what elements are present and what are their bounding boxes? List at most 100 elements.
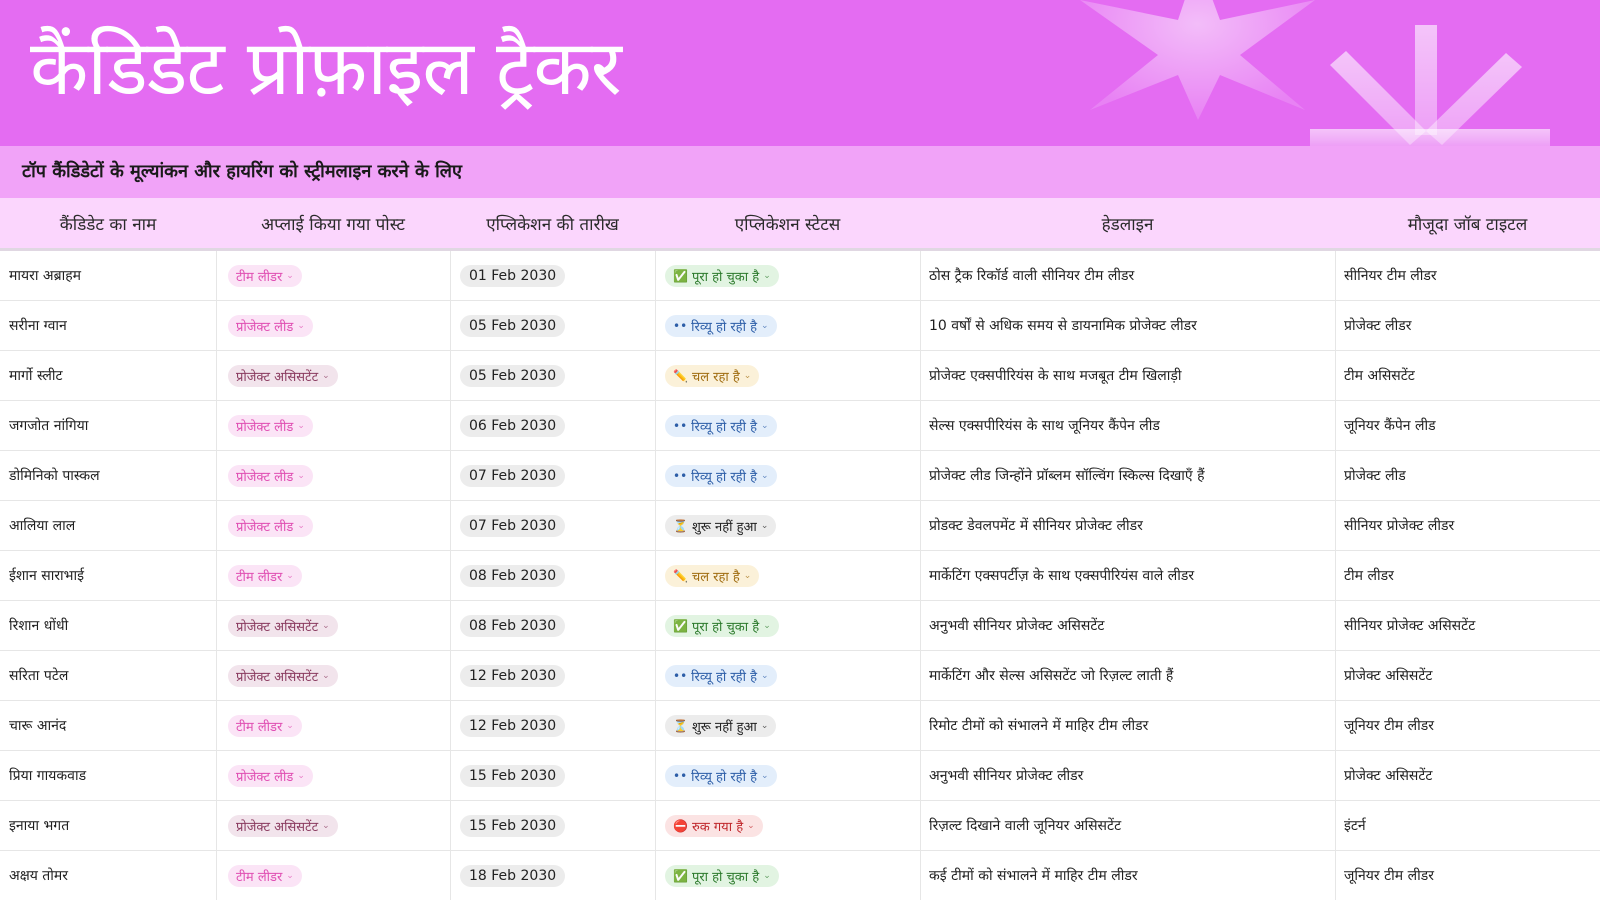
application-date-cell[interactable]: 07 Feb 2030 <box>450 451 655 500</box>
headline-cell[interactable]: सेल्स एक्सपीरियंस के साथ जूनियर कैंपेन ल… <box>920 401 1335 450</box>
col-header-job-title[interactable]: मौजूदा जॉब टाइटल <box>1335 198 1600 248</box>
application-status-select[interactable]: ✅ पूरा हो चुका है ⌄ <box>665 614 779 637</box>
application-date[interactable]: 15 Feb 2030 <box>460 764 566 787</box>
applied-post-cell[interactable]: टीम लीडर ⌄ <box>216 251 450 300</box>
applied-post-cell[interactable]: प्रोजेक्ट लीड ⌄ <box>216 451 450 500</box>
candidate-name-cell[interactable]: जगजोत नांगिया <box>0 401 216 450</box>
application-date-cell[interactable]: 07 Feb 2030 <box>450 501 655 550</box>
application-status-select[interactable]: ⏳ शुरू नहीं हुआ ⌄ <box>665 714 777 737</box>
current-job-title-cell[interactable]: जूनियर टीम लीडर <box>1335 701 1600 750</box>
table-row[interactable]: चारू आनंद टीम लीडर ⌄ 12 Feb 2030 ⏳ शुरू नहीं … <box>0 701 1600 751</box>
application-status-select[interactable]: •• रिव्यू हो रही है ⌄ <box>665 764 777 787</box>
col-header-name[interactable]: कैंडिडेट का नाम <box>0 198 216 248</box>
headline-cell[interactable]: मार्केटिंग और सेल्स असिसटेंट जो रिज़ल्ट … <box>920 651 1335 700</box>
applied-post-select[interactable]: प्रोजेक्ट असिसटेंट ⌄ <box>228 814 338 837</box>
application-date-cell[interactable]: 12 Feb 2030 <box>450 701 655 750</box>
candidate-name-cell[interactable]: सरीना ग्वान <box>0 301 216 350</box>
application-status-cell[interactable]: ✅ पूरा हो चुका है ⌄ <box>655 251 920 300</box>
applied-post-cell[interactable]: प्रोजेक्ट लीड ⌄ <box>216 401 450 450</box>
headline-cell[interactable]: प्रोजेक्ट एक्सपीरियंस के साथ मजबूत टीम ख… <box>920 351 1335 400</box>
current-job-title-cell[interactable]: सीनियर प्रोजेक्ट लीडर <box>1335 501 1600 550</box>
application-status-select[interactable]: ✅ पूरा हो चुका है ⌄ <box>665 864 779 887</box>
applied-post-cell[interactable]: प्रोजेक्ट असिसटेंट ⌄ <box>216 651 450 700</box>
candidate-name-cell[interactable]: ईशान साराभाई <box>0 551 216 600</box>
applied-post-select[interactable]: टीम लीडर ⌄ <box>228 564 302 587</box>
table-row[interactable]: डोमिनिको पास्कल प्रोजेक्ट लीड ⌄ 07 Feb 2030… <box>0 451 1600 501</box>
current-job-title-cell[interactable]: टीम लीडर <box>1335 551 1600 600</box>
headline-cell[interactable]: 10 वर्षों से अधिक समय से डायनामिक प्रोजे… <box>920 301 1335 350</box>
application-date-cell[interactable]: 12 Feb 2030 <box>450 651 655 700</box>
application-status-select[interactable]: ⛔ रुक गया है ⌄ <box>665 814 763 837</box>
table-row[interactable]: मायरा अब्राहम टीम लीडर ⌄ 01 Feb 2030 ✅ पूरा ह… <box>0 251 1600 301</box>
application-date-cell[interactable]: 15 Feb 2030 <box>450 801 655 850</box>
col-header-post[interactable]: अप्लाई किया गया पोस्ट <box>216 198 450 248</box>
application-status-select[interactable]: •• रिव्यू हो रही है ⌄ <box>665 464 777 487</box>
table-row[interactable]: सरीना ग्वान प्रोजेक्ट लीड ⌄ 05 Feb 2030 •• रि… <box>0 301 1600 351</box>
table-row[interactable]: रिशान धोंधी प्रोजेक्ट असिसटेंट ⌄ 08 Feb 203… <box>0 601 1600 651</box>
applied-post-select[interactable]: प्रोजेक्ट लीड ⌄ <box>228 314 313 337</box>
current-job-title-cell[interactable]: सीनियर प्रोजेक्ट असिसटेंट <box>1335 601 1600 650</box>
current-job-title-cell[interactable]: प्रोजेक्ट लीड <box>1335 451 1600 500</box>
candidate-name-cell[interactable]: अक्षय तोमर <box>0 851 216 900</box>
application-status-cell[interactable]: ✏️ चल रहा है ⌄ <box>655 551 920 600</box>
candidate-name-cell[interactable]: मार्गो स्लीट <box>0 351 216 400</box>
headline-cell[interactable]: प्रोजेक्ट लीड जिन्होंने प्रॉब्लम सॉल्विं… <box>920 451 1335 500</box>
application-status-cell[interactable]: •• रिव्यू हो रही है ⌄ <box>655 751 920 800</box>
current-job-title-cell[interactable]: सीनियर टीम लीडर <box>1335 251 1600 300</box>
application-status-cell[interactable]: •• रिव्यू हो रही है ⌄ <box>655 301 920 350</box>
headline-cell[interactable]: ठोस ट्रैक रिकॉर्ड वाली सीनियर टीम लीडर <box>920 251 1335 300</box>
application-date[interactable]: 05 Feb 2030 <box>460 364 566 387</box>
headline-cell[interactable]: रिज़ल्ट दिखाने वाली जूनियर असिसटेंट <box>920 801 1335 850</box>
headline-cell[interactable]: अनुभवी सीनियर प्रोजेक्ट लीडर <box>920 751 1335 800</box>
current-job-title-cell[interactable]: इंटर्न <box>1335 801 1600 850</box>
col-header-status[interactable]: एप्लिकेशन स्टेटस <box>655 198 920 248</box>
applied-post-select[interactable]: टीम लीडर ⌄ <box>228 864 302 887</box>
table-row[interactable]: ईशान साराभाई टीम लीडर ⌄ 08 Feb 2030 ✏️ चल रहा… <box>0 551 1600 601</box>
application-status-cell[interactable]: ⏳ शुरू नहीं हुआ ⌄ <box>655 701 920 750</box>
application-status-select[interactable]: •• रिव्यू हो रही है ⌄ <box>665 414 777 437</box>
applied-post-cell[interactable]: टीम लीडर ⌄ <box>216 851 450 900</box>
application-date[interactable]: 12 Feb 2030 <box>460 714 566 737</box>
application-status-select[interactable]: ✅ पूरा हो चुका है ⌄ <box>665 264 779 287</box>
table-row[interactable]: जगजोत नांगिया प्रोजेक्ट लीड ⌄ 06 Feb 2030 ••… <box>0 401 1600 451</box>
application-date[interactable]: 06 Feb 2030 <box>460 414 566 437</box>
application-status-cell[interactable]: ⏳ शुरू नहीं हुआ ⌄ <box>655 501 920 550</box>
table-row[interactable]: सरिता पटेल प्रोजेक्ट असिसटेंट ⌄ 12 Feb 2030… <box>0 651 1600 701</box>
application-status-select[interactable]: ⏳ शुरू नहीं हुआ ⌄ <box>665 514 777 537</box>
table-row[interactable]: इनाया भगत प्रोजेक्ट असिसटेंट ⌄ 15 Feb 2030 ⛔… <box>0 801 1600 851</box>
application-date-cell[interactable]: 01 Feb 2030 <box>450 251 655 300</box>
applied-post-select[interactable]: प्रोजेक्ट लीड ⌄ <box>228 464 313 487</box>
applied-post-cell[interactable]: प्रोजेक्ट असिसटेंट ⌄ <box>216 351 450 400</box>
table-row[interactable]: अक्षय तोमर टीम लीडर ⌄ 18 Feb 2030 ✅ पूरा हो च… <box>0 851 1600 900</box>
applied-post-select[interactable]: प्रोजेक्ट असिसटेंट ⌄ <box>228 664 338 687</box>
application-status-cell[interactable]: ✅ पूरा हो चुका है ⌄ <box>655 601 920 650</box>
application-date-cell[interactable]: 05 Feb 2030 <box>450 351 655 400</box>
table-row[interactable]: मार्गो स्लीट प्रोजेक्ट असिसटेंट ⌄ 05 Feb 20… <box>0 351 1600 401</box>
application-date-cell[interactable]: 08 Feb 2030 <box>450 601 655 650</box>
application-date[interactable]: 07 Feb 2030 <box>460 464 566 487</box>
applied-post-select[interactable]: प्रोजेक्ट लीड ⌄ <box>228 414 313 437</box>
application-date[interactable]: 08 Feb 2030 <box>460 614 566 637</box>
applied-post-select[interactable]: प्रोजेक्ट लीड ⌄ <box>228 514 313 537</box>
candidate-name-cell[interactable]: डोमिनिको पास्कल <box>0 451 216 500</box>
current-job-title-cell[interactable]: जूनियर टीम लीडर <box>1335 851 1600 900</box>
application-status-cell[interactable]: •• रिव्यू हो रही है ⌄ <box>655 451 920 500</box>
table-row[interactable]: आलिया लाल प्रोजेक्ट लीड ⌄ 07 Feb 2030 ⏳ शुरू … <box>0 501 1600 551</box>
application-date-cell[interactable]: 06 Feb 2030 <box>450 401 655 450</box>
candidate-name-cell[interactable]: आलिया लाल <box>0 501 216 550</box>
application-status-select[interactable]: •• रिव्यू हो रही है ⌄ <box>665 664 777 687</box>
applied-post-cell[interactable]: प्रोजेक्ट लीड ⌄ <box>216 301 450 350</box>
applied-post-cell[interactable]: प्रोजेक्ट लीड ⌄ <box>216 501 450 550</box>
candidate-name-cell[interactable]: चारू आनंद <box>0 701 216 750</box>
application-date-cell[interactable]: 05 Feb 2030 <box>450 301 655 350</box>
applied-post-select[interactable]: प्रोजेक्ट लीड ⌄ <box>228 764 313 787</box>
current-job-title-cell[interactable]: जूनियर कैंपेन लीड <box>1335 401 1600 450</box>
headline-cell[interactable]: कई टीमों को संभालने में माहिर टीम लीडर <box>920 851 1335 900</box>
headline-cell[interactable]: अनुभवी सीनियर प्रोजेक्ट असिसटेंट <box>920 601 1335 650</box>
applied-post-cell[interactable]: प्रोजेक्ट लीड ⌄ <box>216 751 450 800</box>
application-date-cell[interactable]: 15 Feb 2030 <box>450 751 655 800</box>
applied-post-cell[interactable]: प्रोजेक्ट असिसटेंट ⌄ <box>216 801 450 850</box>
current-job-title-cell[interactable]: प्रोजेक्ट लीडर <box>1335 301 1600 350</box>
candidate-name-cell[interactable]: प्रिया गायकवाड <box>0 751 216 800</box>
application-status-cell[interactable]: •• रिव्यू हो रही है ⌄ <box>655 651 920 700</box>
